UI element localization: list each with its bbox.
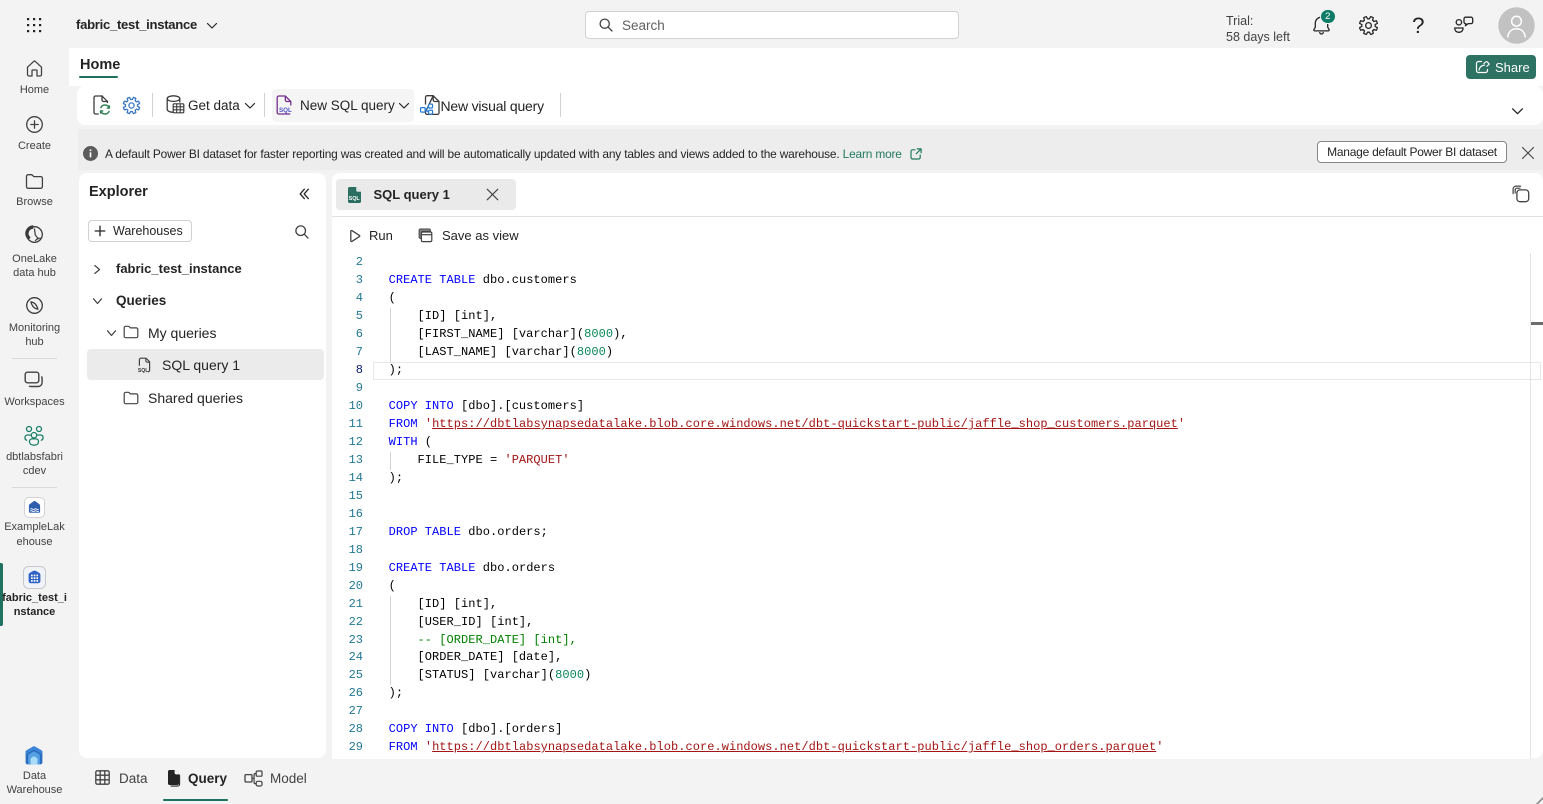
svg-text:SQL: SQL [279,107,292,114]
svg-text:SQL: SQL [349,196,361,202]
svg-text:SQL: SQL [138,368,148,373]
